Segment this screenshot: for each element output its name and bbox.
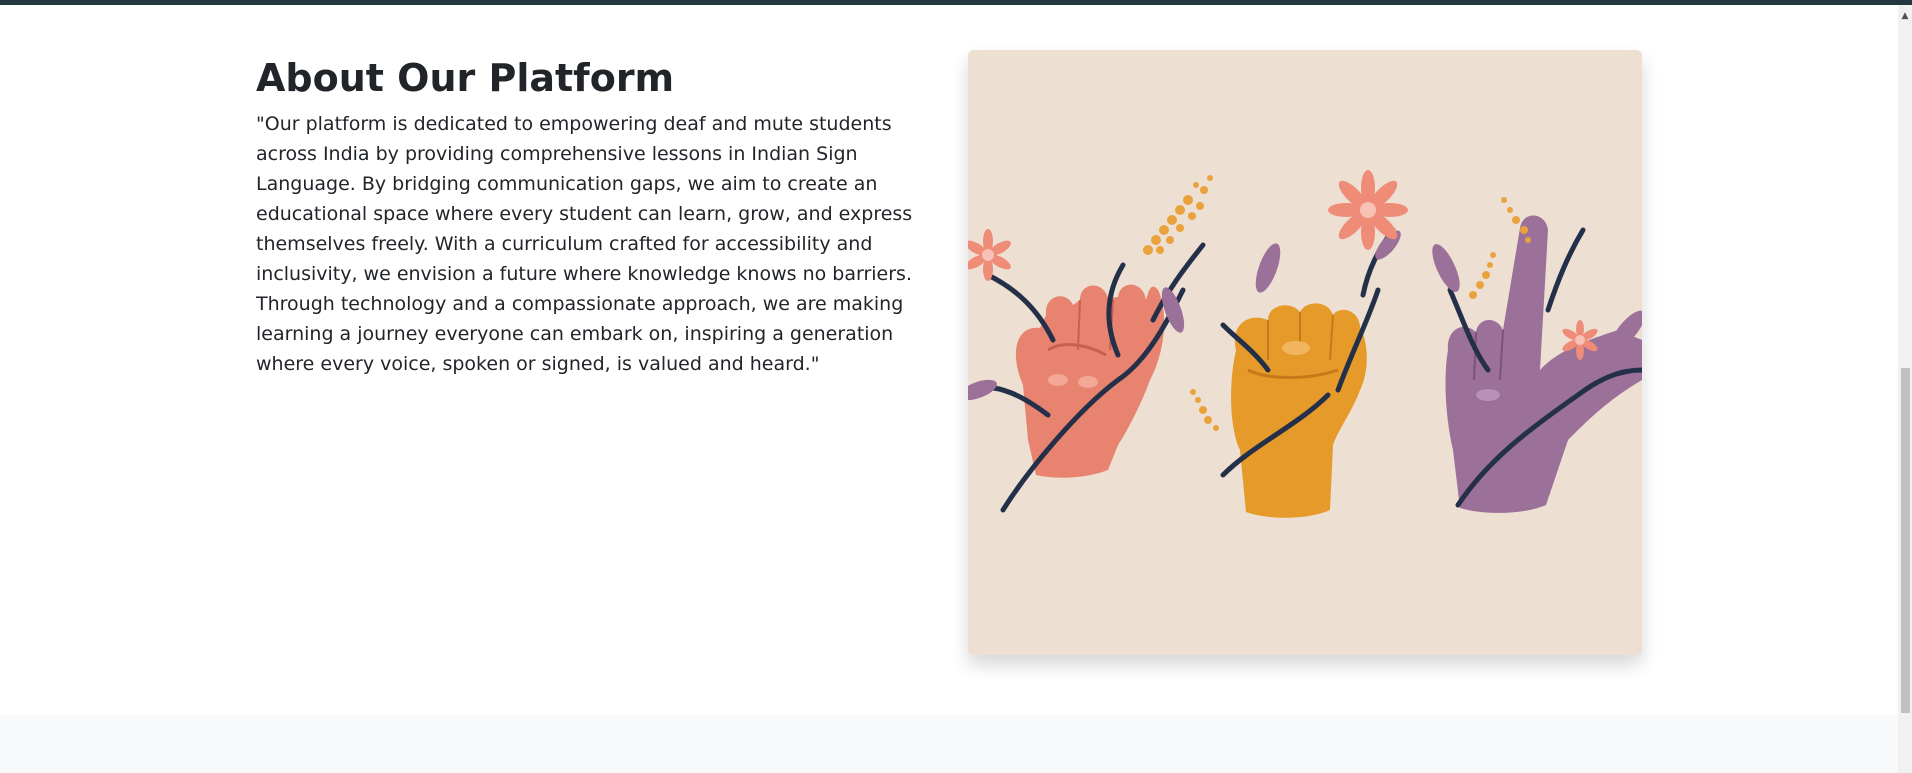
about-text-column: About Our Platform "Our platform is dedi…	[256, 52, 936, 379]
footer-section	[0, 715, 1898, 773]
about-section: About Our Platform "Our platform is dedi…	[0, 5, 1898, 715]
scroll-up-arrow-icon[interactable]: ▲	[1898, 10, 1912, 22]
about-description: "Our platform is dedicated to empowering…	[256, 113, 913, 375]
about-title: About Our Platform	[256, 56, 675, 100]
sign-language-illustration	[968, 50, 1642, 655]
scrollbar-thumb[interactable]	[1901, 368, 1910, 713]
page-scrollbar[interactable]: ▲	[1898, 5, 1912, 773]
